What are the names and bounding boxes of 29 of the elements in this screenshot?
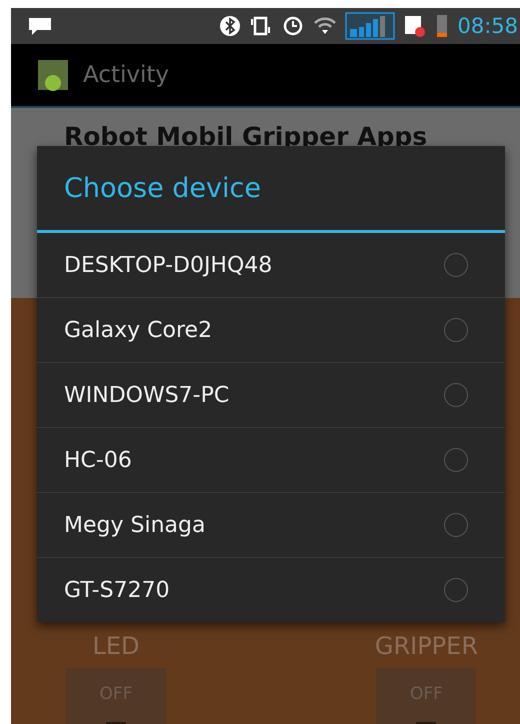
device-item[interactable]: DESKTOP-D0JHQ48 — [37, 233, 505, 297]
device-item[interactable]: Galaxy Core2 — [37, 297, 505, 362]
device-name: DESKTOP-D0JHQ48 — [64, 252, 272, 278]
radio-button[interactable] — [444, 448, 468, 472]
dialog-title: Choose device — [37, 146, 505, 233]
device-item[interactable]: GT-S7270 — [37, 557, 505, 622]
device-name: WINDOWS7-PC — [64, 382, 230, 408]
radio-button[interactable] — [444, 253, 468, 277]
toggle-label: GRIPPER — [374, 632, 478, 660]
sim-error-icon — [403, 14, 428, 38]
chat-icon — [27, 15, 53, 37]
action-bar-title: Activity — [83, 62, 170, 88]
radio-button[interactable] — [444, 318, 468, 342]
device-item[interactable]: HC-06 — [37, 427, 505, 492]
device-name: Galaxy Core2 — [64, 318, 212, 342]
device-item[interactable]: Megy Sinaga — [37, 492, 505, 557]
device-name: HC-06 — [64, 448, 132, 472]
battery-icon — [435, 13, 450, 39]
bluetooth-icon — [219, 15, 242, 37]
toggle-label: LED — [92, 632, 140, 660]
device-name: Megy Sinaga — [64, 512, 206, 538]
status-time: 08:58 — [457, 14, 519, 38]
radio-button[interactable] — [444, 578, 468, 602]
device-name: GT-S7270 — [64, 578, 170, 602]
app-icon — [37, 59, 69, 91]
radio-button[interactable] — [444, 383, 468, 407]
device-item[interactable]: WINDOWS7-PC — [37, 362, 505, 427]
radio-button[interactable] — [444, 513, 468, 537]
signal-icon — [345, 12, 396, 40]
